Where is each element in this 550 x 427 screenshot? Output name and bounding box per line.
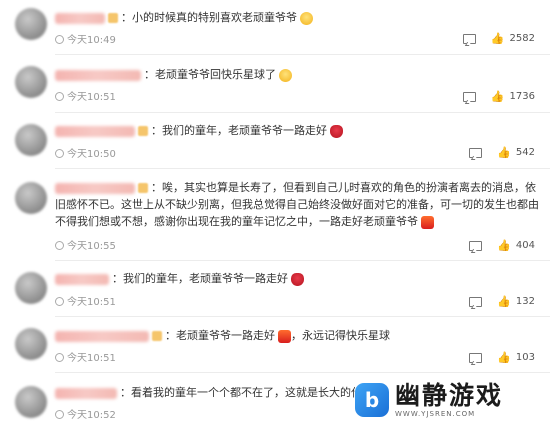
comment-time: 今天10:51 — [55, 293, 116, 308]
comment-line: ：我们的童年，老顽童爷爷一路走好 — [55, 122, 540, 139]
comment-time: 今天10:52 — [55, 406, 116, 421]
username-blurred[interactable] — [55, 125, 135, 137]
divider — [55, 112, 550, 113]
avatar[interactable] — [15, 124, 47, 156]
username-blurred[interactable] — [55, 273, 109, 285]
thumbs-up-icon: 👍 — [497, 146, 511, 159]
like-button[interactable]: 👍 2582 — [491, 32, 535, 45]
user-badge-icon — [108, 13, 118, 23]
clock-icon — [55, 410, 64, 419]
comment-text: 看着我的童年一个个都不在了，这就是长大的代价 — [131, 386, 373, 399]
reply-icon[interactable] — [469, 352, 483, 363]
username-blurred[interactable] — [55, 330, 149, 342]
comment-actions: 👍 542 — [455, 146, 535, 159]
thumbs-up-icon: 👍 — [497, 295, 511, 308]
comment-text: 我们的童年，老顽童爷爷一路走好 — [123, 272, 288, 285]
like-button[interactable]: 👍 404 — [497, 239, 535, 252]
username-blurred[interactable] — [55, 12, 105, 24]
site-watermark: b 幽静游戏 WWW.YJSREN.COM — [355, 376, 545, 424]
candle-emoji-icon — [278, 329, 291, 343]
comment-text-continued: ，永远记得快乐星球 — [291, 329, 390, 342]
clock-icon — [55, 149, 64, 158]
comment-actions: 👍 103 — [455, 351, 535, 364]
divider — [55, 168, 550, 169]
comment-text: 我们的童年，老顽童爷爷一路走好 — [162, 124, 327, 137]
face-emoji-icon — [279, 68, 292, 82]
username-blurred[interactable] — [55, 69, 141, 81]
divider — [55, 260, 550, 261]
like-button[interactable]: 👍 103 — [497, 351, 535, 364]
like-count: 542 — [515, 147, 535, 158]
thumbs-up-icon: 👍 — [497, 351, 511, 364]
reply-icon[interactable] — [469, 240, 483, 251]
comment-text: 小的时候真的特别喜欢老顽童爷爷 — [132, 11, 297, 24]
divider — [55, 54, 550, 55]
reply-icon[interactable] — [469, 296, 483, 307]
clock-icon — [55, 353, 64, 362]
clock-icon — [55, 35, 64, 44]
user-badge-icon — [152, 331, 162, 341]
username-blurred[interactable] — [55, 387, 117, 399]
comment-time: 今天10:51 — [55, 349, 116, 364]
avatar[interactable] — [15, 182, 47, 214]
reply-icon[interactable] — [462, 91, 476, 102]
watermark-url: WWW.YJSREN.COM — [395, 410, 476, 418]
comment-line: ：唉，其实也算是长寿了，但看到自己儿时喜欢的角色的扮演者离去的消息，依旧感怀不已… — [55, 181, 539, 229]
rose-emoji-icon — [291, 272, 304, 286]
like-count: 1736 — [509, 91, 535, 102]
like-button[interactable]: 👍 132 — [497, 295, 535, 308]
clock-icon — [55, 241, 64, 250]
comment-actions: 👍 2582 — [449, 32, 535, 45]
thumbs-up-icon: 👍 — [490, 32, 505, 45]
comment-line: ：我们的童年，老顽童爷爷一路走好 — [55, 270, 540, 287]
avatar[interactable] — [15, 66, 47, 98]
comment-line: ：老顽童爷爷回快乐星球了 — [55, 66, 540, 83]
comment-time: 今天10:55 — [55, 237, 116, 252]
comment-line: ：小的时候真的特别喜欢老顽童爷爷 — [55, 9, 540, 26]
comment-actions: 👍 1736 — [449, 90, 535, 103]
reply-icon[interactable] — [462, 33, 476, 44]
comment-time: 今天10:50 — [55, 145, 116, 160]
rose-emoji-icon — [330, 124, 343, 138]
reply-icon[interactable] — [469, 147, 483, 158]
thumbs-up-icon: 👍 — [490, 90, 505, 103]
watermark-text: 幽静游戏 WWW.YJSREN.COM — [395, 381, 504, 419]
like-count: 2582 — [509, 33, 535, 44]
like-button[interactable]: 👍 1736 — [491, 90, 535, 103]
avatar[interactable] — [15, 328, 47, 360]
watermark-title: 幽静游戏 — [395, 381, 504, 410]
watermark-logo-icon: b — [355, 383, 389, 417]
comment-text: 老顽童爷爷回快乐星球了 — [155, 68, 276, 81]
comment-time: 今天10:51 — [55, 88, 116, 103]
like-count: 404 — [515, 240, 535, 251]
comment-text: 老顽童爷爷一路走好 — [176, 329, 275, 342]
candle-emoji-icon — [421, 215, 434, 229]
clock-icon — [55, 297, 64, 306]
like-button[interactable]: 👍 542 — [497, 146, 535, 159]
comment-line: ：老顽童爷爷一路走好 ，永远记得快乐星球 — [55, 327, 540, 344]
divider — [55, 316, 550, 317]
clock-icon — [55, 92, 64, 101]
thumbs-up-icon: 👍 — [497, 239, 511, 252]
avatar[interactable] — [15, 272, 47, 304]
like-count: 103 — [515, 352, 535, 363]
like-count: 132 — [515, 296, 535, 307]
avatar[interactable] — [15, 8, 47, 40]
comment-actions: 👍 132 — [455, 295, 535, 308]
avatar[interactable] — [15, 386, 47, 418]
user-badge-icon — [138, 183, 148, 193]
comment-actions: 👍 404 — [455, 239, 535, 252]
divider — [55, 372, 550, 373]
face-emoji-icon — [300, 11, 313, 25]
comment-time: 今天10:49 — [55, 31, 116, 46]
user-badge-icon — [138, 126, 148, 136]
username-blurred[interactable] — [55, 182, 135, 194]
